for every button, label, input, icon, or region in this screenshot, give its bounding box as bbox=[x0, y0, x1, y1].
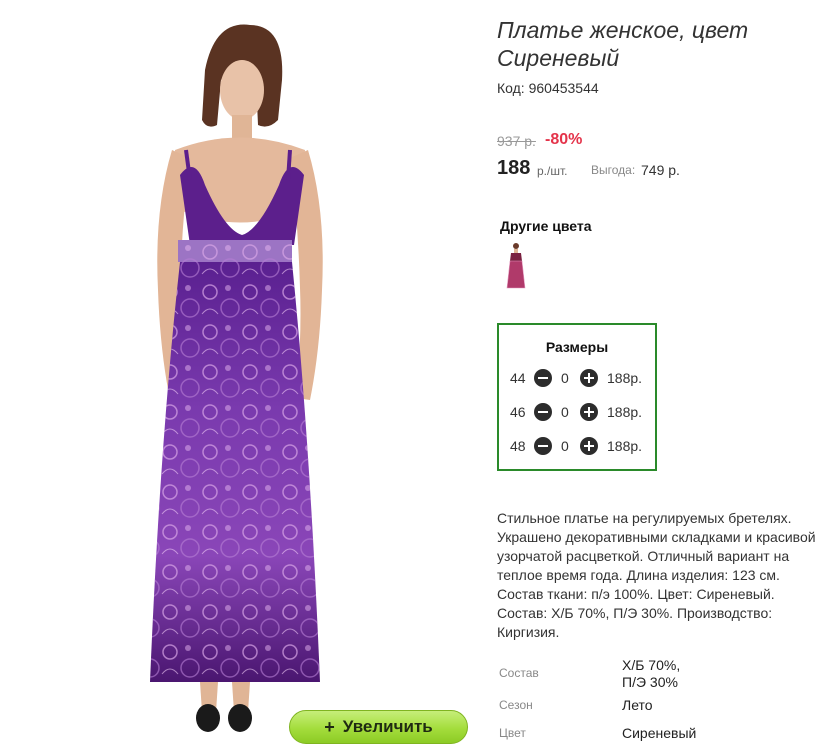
size-value: 46 bbox=[510, 404, 526, 420]
quantity-value: 0 bbox=[561, 370, 569, 386]
benefit-label: Выгода: bbox=[591, 163, 636, 177]
minus-circle-icon[interactable] bbox=[534, 437, 552, 455]
size-price: 188р. bbox=[607, 438, 643, 454]
spec-key: Сезон bbox=[499, 698, 533, 712]
minus-circle-icon[interactable] bbox=[534, 403, 552, 421]
product-code: Код: 960453544 bbox=[497, 80, 599, 96]
product-description: Стильное платье на регулируемых бретелях… bbox=[497, 510, 816, 640]
size-value: 44 bbox=[510, 370, 526, 386]
spec-value: Сиреневый bbox=[622, 725, 697, 741]
size-price: 188р. bbox=[607, 404, 643, 420]
quantity-value: 0 bbox=[561, 404, 569, 420]
plus-circle-icon[interactable] bbox=[580, 403, 598, 421]
other-color-thumbnail[interactable] bbox=[505, 242, 527, 290]
current-price: 188 bbox=[497, 157, 531, 179]
minus-circle-icon[interactable] bbox=[534, 369, 552, 387]
dress-model-photo bbox=[150, 24, 323, 732]
old-price: 937 р. bbox=[497, 133, 536, 149]
spec-value-line2: П/Э 30% bbox=[622, 674, 678, 690]
zoom-button-label: Увеличить bbox=[342, 717, 433, 736]
sizes-title: Размеры bbox=[545, 339, 609, 355]
size-value: 48 bbox=[510, 438, 526, 454]
quantity-value: 0 bbox=[561, 438, 569, 454]
size-row: 46 0 188р. bbox=[499, 402, 655, 422]
product-title: Платье женское, цвет Сиреневый bbox=[497, 17, 749, 71]
spec-value: Х/Б 70%, bbox=[622, 657, 681, 673]
spec-key: Цвет bbox=[499, 726, 526, 740]
discount-badge: -80% bbox=[545, 131, 583, 148]
size-price: 188р. bbox=[607, 370, 643, 386]
product-image[interactable]: + Увеличить bbox=[0, 0, 470, 747]
dress-thumbnail-icon bbox=[506, 243, 526, 289]
plus-circle-icon[interactable] bbox=[580, 369, 598, 387]
size-row: 48 0 188р. bbox=[499, 436, 655, 456]
sizes-panel: Размеры 44 0 188р. 46 0 188р. 48 0 188р. bbox=[497, 323, 657, 471]
plus-circle-icon[interactable] bbox=[580, 437, 598, 455]
size-row: 44 0 188р. bbox=[499, 368, 655, 388]
price-unit: р./шт. bbox=[537, 164, 568, 178]
spec-key: Состав bbox=[499, 666, 539, 680]
zoom-button[interactable]: + Увеличить bbox=[289, 710, 468, 744]
plus-icon: + bbox=[324, 716, 335, 737]
product-code-label: Код: bbox=[497, 80, 525, 96]
benefit-value: 749 р. bbox=[641, 162, 680, 178]
spec-value: Лето bbox=[622, 697, 653, 713]
product-code-value: 960453544 bbox=[528, 80, 599, 96]
other-colors-label: Другие цвета bbox=[500, 218, 592, 234]
